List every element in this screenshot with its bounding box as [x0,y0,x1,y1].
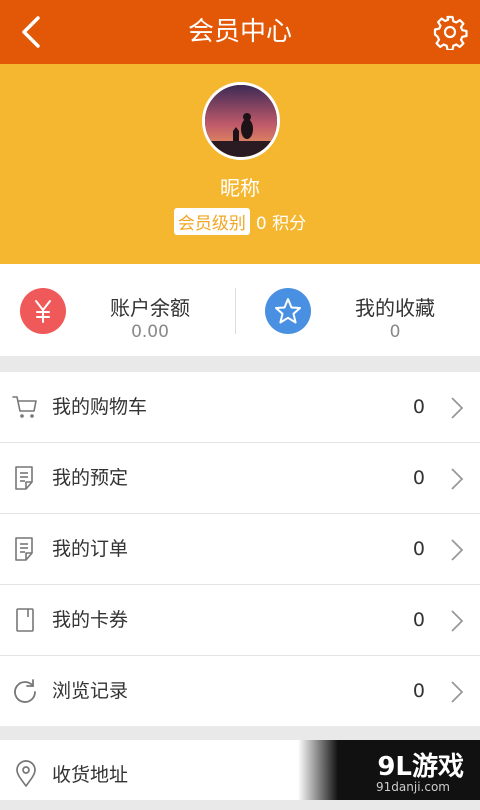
nickname: 昵称 [220,176,260,200]
avatar[interactable] [202,82,280,160]
cart-icon [12,396,37,418]
menu-item-count: 0 [412,467,425,489]
menu-item-count: 0 [412,396,425,418]
menu-list: 我的购物车 0 我的预定 0 我的订单 0 我的卡券 0 浏览记录 0 [0,372,480,726]
watermark-url: 91danji.com [376,780,450,794]
favorites-value: 0 [389,322,401,342]
watermark: 9L游戏 91danji.com [298,740,480,800]
menu-item-count: 0 [412,538,425,560]
menu-item-label: 我的预定 [52,467,129,489]
chevron-right-icon [451,397,464,419]
location-pin-icon [16,760,36,787]
chevron-right-icon [451,539,464,561]
menu-item-label: 我的卡券 [52,609,129,631]
card-coupon-icon [16,608,34,632]
points-text: 0 积分 [255,214,307,234]
balance-label: 账户余额 [110,296,190,320]
watermark-logo-text: 9L游戏 [377,752,464,782]
balance-value: 0.00 [131,322,169,342]
level-row: 会员级别 0 积分 [0,208,480,235]
page-title: 会员中心 [187,17,292,47]
profile-header: 昵称 会员级别 0 积分 [0,64,480,264]
history-refresh-icon [14,679,36,703]
menu-item-cart[interactable]: 我的购物车 0 [0,372,480,443]
star-icon [265,288,311,334]
menu-item-reservation[interactable]: 我的预定 0 [0,443,480,514]
stats-panel: 账户余额 0.00 我的收藏 0 [0,264,480,356]
stats-divider [235,288,236,334]
account-balance[interactable]: 账户余额 0.00 [0,264,240,356]
chevron-right-icon [451,681,464,703]
menu-item-label: 我的订单 [52,538,129,560]
yuan-icon [20,288,66,334]
menu-item-orders[interactable]: 我的订单 0 [0,514,480,585]
chevron-right-icon [451,610,464,632]
reservation-doc-icon [15,466,33,490]
settings-gear-icon[interactable] [432,14,468,50]
order-doc-icon [15,537,33,561]
menu-item-count: 0 [412,680,425,702]
menu-item-label: 我的购物车 [52,396,148,418]
menu-item-label: 浏览记录 [52,680,129,702]
my-favorites[interactable]: 我的收藏 0 [245,264,480,356]
top-bar: 会员中心 [0,0,480,64]
menu-item-coupons[interactable]: 我的卡券 0 [0,585,480,656]
menu-item-count: 0 [412,609,425,631]
menu-item-history[interactable]: 浏览记录 0 [0,656,480,726]
avatar-image [205,85,277,157]
chevron-right-icon [451,468,464,490]
member-level-badge[interactable]: 会员级别 [173,208,250,235]
favorites-label: 我的收藏 [355,296,435,320]
